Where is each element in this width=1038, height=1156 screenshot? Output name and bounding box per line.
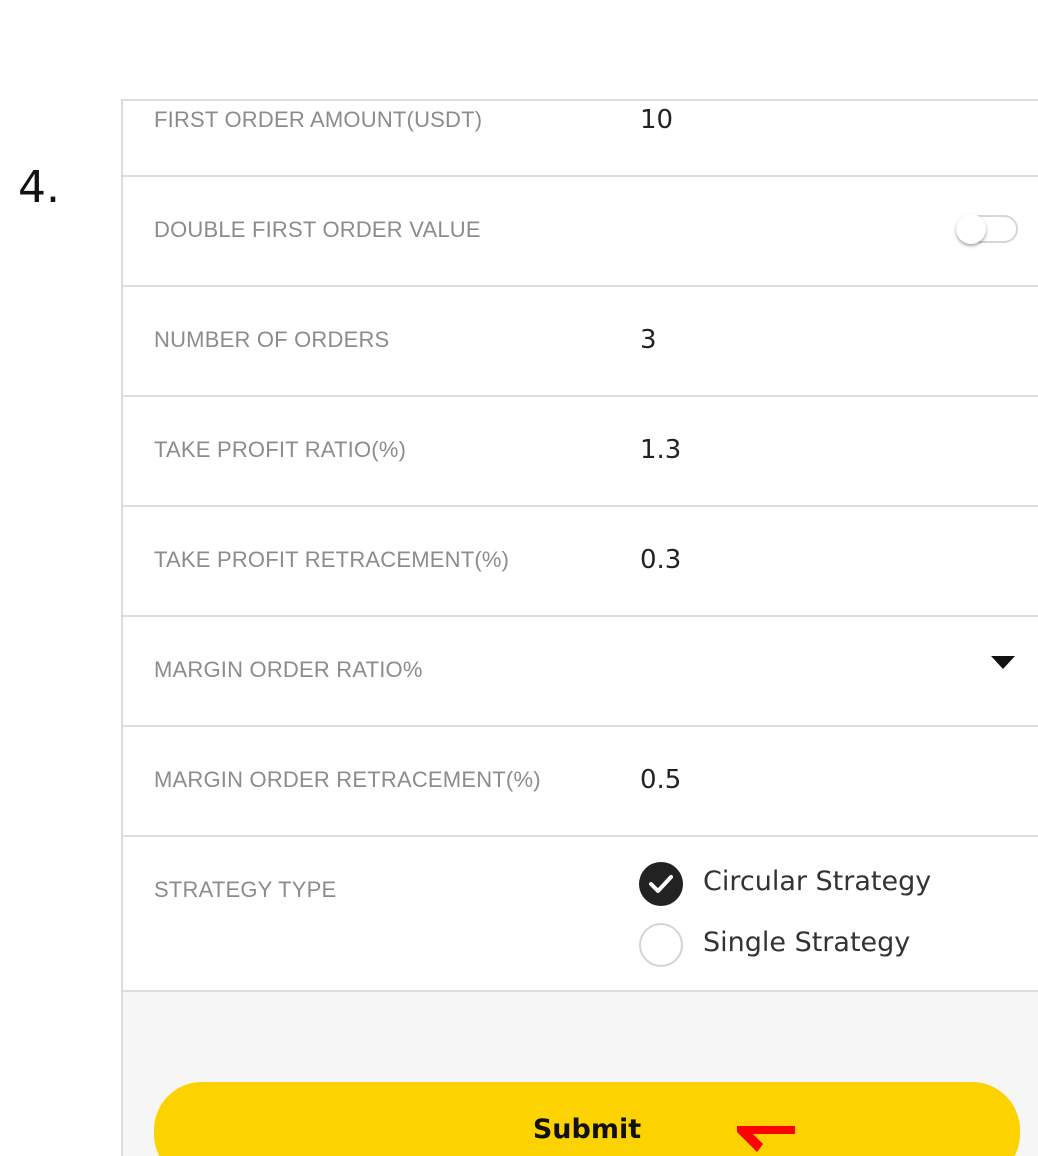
row-double-first-order: DOUBLE FIRST ORDER VALUE	[123, 177, 1038, 285]
pointer-arrow-icon	[737, 1126, 795, 1152]
submit-button-label: Submit	[532, 1114, 642, 1145]
strategy-settings-form: FIRST ORDER AMOUNT(USDT) 10 DOUBLE FIRST…	[121, 99, 1038, 1156]
check-icon	[649, 875, 673, 893]
row-margin-order-retracement: MARGIN ORDER RETRACEMENT(%) 0.5	[123, 727, 1038, 837]
dropdown-caret-icon[interactable]	[991, 656, 1015, 669]
toggle-knob	[956, 214, 986, 244]
double-first-order-toggle[interactable]	[956, 214, 1018, 244]
single-strategy-radio[interactable]	[639, 923, 683, 967]
row-take-profit-retracement: TAKE PROFIT RETRACEMENT(%) 0.3	[123, 507, 1038, 617]
margin-order-retracement-input[interactable]: 0.5	[640, 765, 681, 795]
take-profit-retracement-input[interactable]: 0.3	[640, 545, 681, 575]
number-of-orders-label: NUMBER OF ORDERS	[154, 327, 390, 352]
step-number: 4.	[18, 162, 60, 213]
row-take-profit-ratio: TAKE PROFIT RATIO(%) 1.3	[123, 397, 1038, 507]
margin-order-retracement-label: MARGIN ORDER RETRACEMENT(%)	[154, 767, 541, 792]
submit-button[interactable]: Submit	[154, 1082, 1020, 1156]
row-strategy-type: STRATEGY TYPE	[123, 837, 1038, 992]
circular-strategy-label[interactable]: Circular Strategy	[703, 866, 931, 897]
circular-strategy-radio[interactable]	[639, 862, 683, 906]
strategy-type-label: STRATEGY TYPE	[154, 877, 337, 902]
row-first-order-amount: FIRST ORDER AMOUNT(USDT) 10	[123, 101, 1038, 177]
margin-order-ratio-label: MARGIN ORDER RATIO%	[154, 657, 423, 682]
row-number-of-orders: NUMBER OF ORDERS 3	[123, 287, 1038, 397]
single-strategy-label[interactable]: Single Strategy	[703, 927, 910, 958]
take-profit-ratio-label: TAKE PROFIT RATIO(%)	[154, 437, 407, 462]
row-margin-order-ratio[interactable]: MARGIN ORDER RATIO%	[123, 617, 1038, 727]
take-profit-retracement-label: TAKE PROFIT RETRACEMENT(%)	[154, 547, 510, 572]
number-of-orders-input[interactable]: 3	[640, 325, 657, 355]
double-first-order-label: DOUBLE FIRST ORDER VALUE	[154, 217, 481, 242]
first-order-amount-input[interactable]: 10	[640, 105, 673, 135]
take-profit-ratio-input[interactable]: 1.3	[640, 435, 681, 465]
first-order-amount-label: FIRST ORDER AMOUNT(USDT)	[154, 107, 483, 132]
